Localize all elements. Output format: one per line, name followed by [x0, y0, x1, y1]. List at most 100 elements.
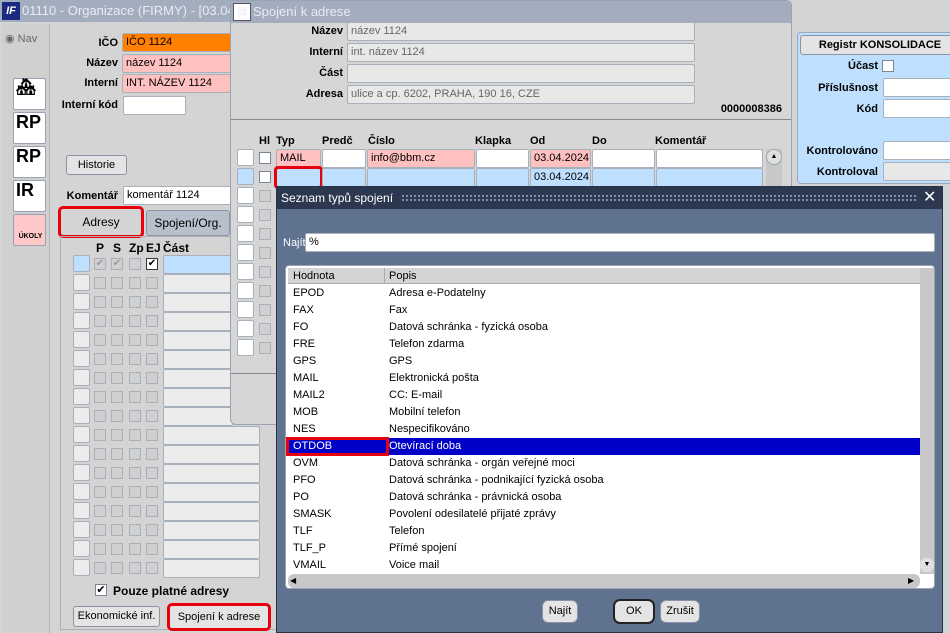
ukoly-icon[interactable]: ÚKOLY: [13, 214, 46, 246]
addr-checkbox[interactable]: [146, 429, 158, 441]
addr-checkbox[interactable]: [129, 467, 141, 479]
list-vscrollbar[interactable]: ▼: [920, 268, 934, 574]
addr-cast-field[interactable]: [163, 369, 233, 388]
field-klapka[interactable]: [476, 168, 529, 187]
field-do[interactable]: [592, 149, 655, 168]
addr-checkbox[interactable]: ✔: [111, 258, 123, 270]
addr-cast-field[interactable]: [163, 464, 260, 483]
addr-checkbox[interactable]: [129, 562, 141, 574]
addr-cast-field[interactable]: [163, 407, 233, 426]
addr-checkbox[interactable]: ✔: [146, 258, 158, 270]
list-item[interactable]: FO Datová schránka - fyzická osoba: [288, 319, 920, 336]
row-selector[interactable]: [73, 426, 90, 443]
najit-button[interactable]: Najít: [542, 600, 578, 623]
ekonomicke-inf-button[interactable]: Ekonomické inf.: [73, 606, 160, 627]
col-popis[interactable]: Popis: [384, 268, 417, 284]
komentar-field[interactable]: komentář 1124: [123, 186, 233, 205]
pouze-platne-checkbox[interactable]: ✔: [95, 584, 107, 596]
addr-cast-field[interactable]: [163, 293, 233, 312]
field-komentar[interactable]: [656, 149, 763, 168]
col-hodnota[interactable]: Hodnota: [293, 268, 335, 284]
addr-checkbox[interactable]: [129, 372, 141, 384]
hl-checkbox[interactable]: [259, 228, 271, 240]
hl-checkbox[interactable]: [259, 266, 271, 278]
registr-konsolidace-button[interactable]: Registr KONSOLIDACE: [800, 35, 950, 55]
row-selector[interactable]: [73, 559, 90, 576]
addr-checkbox[interactable]: [146, 467, 158, 479]
addr-checkbox[interactable]: [146, 524, 158, 536]
addr-checkbox[interactable]: [94, 391, 106, 403]
rp-eu-icon[interactable]: RP: [13, 146, 46, 178]
row-selector[interactable]: [73, 350, 90, 367]
list-item[interactable]: PFO Datová schránka - podnikající fyzická…: [288, 472, 920, 489]
addr-cast-field[interactable]: [163, 521, 260, 540]
row-selector[interactable]: [237, 263, 254, 280]
list-hscrollbar[interactable]: ◀ ▶: [288, 574, 920, 588]
addr-checkbox[interactable]: [146, 391, 158, 403]
ico-field[interactable]: IČO 1124: [122, 33, 232, 52]
row-selector[interactable]: [237, 320, 254, 337]
row-selector[interactable]: [73, 293, 90, 310]
row-selector[interactable]: [73, 274, 90, 291]
field-cislo[interactable]: [367, 168, 475, 187]
hl-checkbox[interactable]: [259, 209, 271, 221]
addr-checkbox[interactable]: [146, 315, 158, 327]
row-selector[interactable]: [73, 255, 90, 272]
spojeni-k-adrese-button[interactable]: Spojení k adrese: [167, 603, 271, 631]
addr-checkbox[interactable]: [94, 315, 106, 327]
row-selector[interactable]: [237, 244, 254, 261]
addr-checkbox[interactable]: [94, 448, 106, 460]
addr-checkbox[interactable]: [94, 334, 106, 346]
field-klapka[interactable]: [476, 149, 529, 168]
list-item[interactable]: TLF_P Přímé spojení: [288, 540, 920, 557]
row-selector[interactable]: [73, 540, 90, 557]
list-item[interactable]: MAIL Elektronická pošta: [288, 370, 920, 387]
addr-checkbox[interactable]: [146, 296, 158, 308]
row-selector[interactable]: [237, 149, 254, 166]
addr-checkbox[interactable]: [146, 372, 158, 384]
list-item[interactable]: MOB Mobilní telefon: [288, 404, 920, 421]
addr-checkbox[interactable]: [129, 334, 141, 346]
addr-checkbox[interactable]: [129, 410, 141, 422]
interni-field[interactable]: INT. NÁZEV 1124: [122, 74, 232, 93]
row-selector[interactable]: [237, 206, 254, 223]
addr-checkbox[interactable]: [111, 467, 123, 479]
addr-cast-field[interactable]: [163, 502, 260, 521]
row-selector[interactable]: [73, 483, 90, 500]
addr-checkbox[interactable]: [111, 315, 123, 327]
row-selector[interactable]: [237, 301, 254, 318]
field-typ[interactable]: [274, 166, 323, 189]
addr-checkbox[interactable]: [129, 505, 141, 517]
addr-cast-field[interactable]: [163, 312, 233, 331]
addr-checkbox[interactable]: [94, 410, 106, 422]
addr-checkbox[interactable]: [111, 410, 123, 422]
addr-cast-field[interactable]: [163, 445, 260, 464]
addr-cast-field[interactable]: [163, 350, 233, 369]
addr-checkbox[interactable]: [129, 429, 141, 441]
list-item[interactable]: FRE Telefon zdarma: [288, 336, 920, 353]
addr-checkbox[interactable]: [94, 296, 106, 308]
kontrolovano-field[interactable]: [883, 141, 950, 160]
addr-checkbox[interactable]: [94, 505, 106, 517]
hl-checkbox[interactable]: [259, 171, 271, 183]
list-item[interactable]: OVM Datová schránka - orgán veřejné moci: [288, 455, 920, 472]
addr-checkbox[interactable]: [94, 562, 106, 574]
list-item[interactable]: SMASK Povolení odesilatelé přijaté zprávy: [288, 506, 920, 523]
row-selector[interactable]: [73, 445, 90, 462]
hl-checkbox[interactable]: [259, 304, 271, 316]
row-selector[interactable]: [73, 312, 90, 329]
row-selector[interactable]: [237, 187, 254, 204]
addr-checkbox[interactable]: [111, 543, 123, 555]
addr-checkbox[interactable]: [146, 505, 158, 517]
addr-checkbox[interactable]: [146, 410, 158, 422]
addr-checkbox[interactable]: [111, 524, 123, 536]
row-selector[interactable]: [237, 282, 254, 299]
addr-checkbox[interactable]: ✔: [94, 258, 106, 270]
hl-checkbox[interactable]: [259, 152, 271, 164]
addr-checkbox[interactable]: [129, 543, 141, 555]
field-od[interactable]: 03.04.2024: [530, 149, 591, 168]
hl-checkbox[interactable]: [259, 190, 271, 202]
row-selector[interactable]: [237, 168, 254, 185]
kod-field[interactable]: [883, 99, 950, 118]
addr-checkbox[interactable]: [129, 524, 141, 536]
